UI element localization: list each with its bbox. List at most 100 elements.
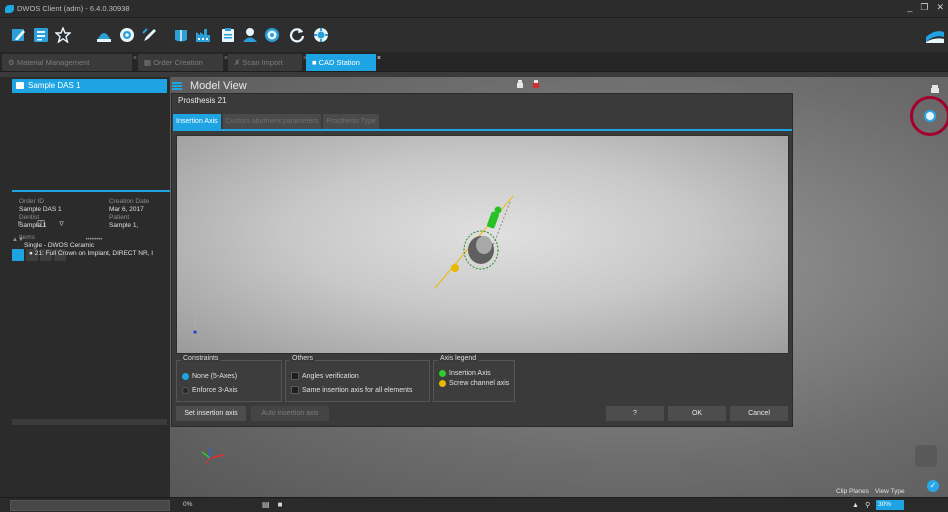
constraints-group: Constraints None (5-Axes) Enforce 3-Axis — [176, 355, 282, 402]
printer-icon[interactable]: ■ — [278, 500, 283, 509]
minimize-button[interactable]: _ — [907, 2, 912, 13]
settings-icon[interactable] — [264, 27, 280, 43]
yellow-dot-icon — [439, 379, 446, 387]
zoom-level[interactable]: 30% — [876, 500, 905, 510]
checkbox-icon — [291, 372, 299, 380]
close-tab-icon[interactable]: × — [377, 50, 381, 67]
viewport-title: Model View — [190, 80, 247, 92]
cursor-icon[interactable] — [141, 27, 157, 43]
tab-label: Order Creation — [153, 58, 203, 67]
option-label: None (5-Axes) — [192, 372, 238, 380]
patient-value: Sample 1, — [109, 222, 139, 229]
ok-button[interactable]: OK — [668, 406, 726, 421]
axis-legend-title: Axis legend — [438, 355, 479, 362]
patient-label: Patient — [109, 214, 130, 221]
order-id-label: Order ID — [19, 198, 44, 205]
legend-insertion-axis: Insertion Axis — [439, 368, 491, 378]
auto-insertion-axis-button[interactable]: Auto insertion axis — [251, 406, 329, 421]
case-name: Sample DAS 1 — [28, 81, 81, 90]
option-label: Enforce 3-Axis — [192, 386, 238, 394]
window-title: DWOS Client (adm) - 6.4.0.30938 — [17, 4, 130, 13]
half-icon[interactable] — [173, 27, 189, 43]
constraints-title: Constraints — [181, 355, 221, 362]
case-panel: Sample DAS 1 ♇ ◫ ▿ ▲▼ •••••••• — [0, 77, 170, 497]
factory-icon[interactable] — [195, 27, 211, 43]
insertion-axis-handle[interactable] — [487, 211, 500, 229]
angles-verification-checkbox[interactable]: Angles verification — [291, 371, 359, 381]
status-field[interactable] — [10, 500, 170, 511]
item-line[interactable]: 21: Full Crown on Implant, DIRECT NR, I — [35, 250, 153, 257]
viewport-quick-tools — [515, 79, 541, 89]
dentist-value: Sample 1 — [19, 222, 47, 229]
axis-preview-scene — [193, 195, 514, 334]
scan-icon[interactable] — [96, 27, 112, 43]
radio-icon — [182, 386, 189, 394]
help-icon[interactable] — [313, 27, 329, 43]
tab-custom-abutment-parameters[interactable]: Custom abutment parameters — [222, 114, 322, 129]
tab-cad-station[interactable]: ■ CAD Station × — [306, 54, 381, 71]
module-tab-bar: ⚙ Material Management × ▦ Order Creation… — [0, 52, 948, 72]
close-button[interactable]: ✕ — [936, 2, 944, 13]
help-button[interactable]: ? — [606, 406, 664, 421]
brand-logo-icon — [925, 28, 945, 44]
tab-order-creation[interactable]: ▦ Order Creation × — [138, 54, 228, 71]
document-icon: ▦ — [144, 58, 152, 67]
detail-tab-underline — [12, 190, 170, 192]
layout-icon[interactable] — [33, 27, 49, 43]
set-insertion-axis-button[interactable]: Set insertion axis — [176, 406, 246, 421]
confirm-check-icon[interactable]: ✓ — [927, 480, 939, 492]
dock-pin-icon[interactable] — [930, 84, 940, 94]
zoom-icon[interactable]: ⚲ — [865, 501, 870, 509]
insertion-axis-preview[interactable] — [176, 135, 789, 354]
cancel-button[interactable]: Cancel — [730, 406, 788, 421]
window-controls: _ ❐ ✕ — [907, 2, 944, 13]
green-dot-icon — [439, 369, 446, 377]
viewport-footer-labels: Clip Planes View Type — [836, 488, 905, 495]
screw-axis-knob[interactable] — [451, 264, 459, 272]
user-icon[interactable] — [242, 27, 258, 43]
save-icon[interactable]: ▤ — [262, 500, 270, 509]
order-id-value: Sample DAS 1 — [19, 206, 62, 213]
tab-material-management[interactable]: ⚙ Material Management × — [2, 54, 137, 71]
case-list-item[interactable]: Sample DAS 1 — [12, 79, 167, 93]
checkbox-icon — [291, 386, 299, 394]
close-tab-icon[interactable]: × — [133, 50, 137, 67]
tab-prosthesis-type[interactable]: Prosthesis Type — [323, 114, 379, 129]
axis-gizmo-icon — [196, 440, 232, 466]
panel-scrollbar[interactable] — [12, 419, 167, 425]
same-insertion-axis-checkbox[interactable]: Same insertion axis for all elements — [291, 385, 413, 395]
view-cube-icon[interactable] — [915, 445, 937, 467]
tab-label: Material Management — [16, 58, 90, 67]
order-details: Order ID Creation Date Sample DAS 1 Mar 6,… — [19, 198, 169, 258]
creation-date-value: Mar 6, 2017 — [109, 206, 144, 213]
constraint-none-radio[interactable]: None (5-Axes) — [182, 371, 237, 381]
maximize-button[interactable]: ❐ — [920, 2, 928, 13]
gear-icon: ⚙ — [8, 58, 15, 67]
pin-red-icon[interactable] — [531, 79, 541, 89]
constraint-enforce-3axis-radio[interactable]: Enforce 3-Axis — [182, 385, 238, 395]
pin-icon[interactable]: ▲ — [852, 502, 859, 509]
zoom-controls: ▲ ⚲ 30% ▩ — [852, 500, 948, 510]
clip-planes-button[interactable]: Clip Planes — [836, 488, 869, 495]
refresh-icon[interactable] — [289, 27, 305, 43]
target-icon[interactable] — [119, 27, 135, 43]
prosthesis-dialog: Prosthesis 21 Insertion Axis Custom abut… — [171, 93, 793, 427]
items-label: Items — [19, 234, 35, 241]
clipboard-icon[interactable] — [220, 27, 236, 43]
star-icon[interactable] — [55, 27, 71, 43]
menu-icon[interactable] — [172, 82, 182, 90]
tab-insertion-axis[interactable]: Insertion Axis — [173, 114, 221, 129]
pin-icon[interactable] — [515, 79, 525, 89]
item-group: Single - DWOS Ceramic — [24, 242, 95, 249]
insertion-axis-knob[interactable] — [494, 206, 502, 214]
view-type-button[interactable]: View Type — [875, 488, 905, 495]
viewport-header: Model View — [172, 79, 798, 93]
implant-highlight — [476, 236, 492, 254]
prosthesis-settings-icon[interactable] — [924, 110, 936, 122]
others-title: Others — [290, 355, 316, 362]
dentist-label: Dentist — [19, 214, 40, 221]
edit-icon[interactable] — [11, 27, 27, 43]
dialog-tabs: Insertion Axis Custom abutment parameter… — [173, 114, 379, 129]
dwos-client-window: DWOS Client (adm) - 6.4.0.30938 _ ❐ ✕ ⚙ … — [0, 0, 948, 512]
tab-scan-import[interactable]: ✗ Scan Import × — [228, 54, 307, 71]
